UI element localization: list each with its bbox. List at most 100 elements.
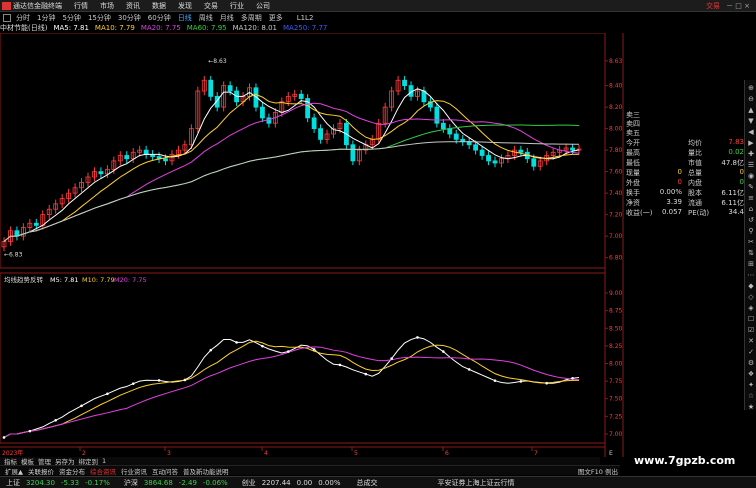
m5-dot [286, 350, 290, 353]
menu-discover[interactable]: 发现 [178, 1, 192, 11]
quote-label: 最低 [626, 159, 640, 167]
price-tick-label: 8.40 [609, 83, 623, 90]
extension-tab[interactable]: 关联报价 [28, 466, 54, 476]
toolbar-tool-icon[interactable]: ☰ [747, 161, 755, 169]
candle-body [266, 117, 272, 124]
candle-body [453, 133, 459, 140]
toolbar-tool-icon[interactable]: ◈ [747, 304, 755, 312]
stock-name[interactable]: 中材节能(日线) [0, 23, 47, 33]
quote-value: 6.11亿 [721, 199, 744, 207]
period-tab[interactable]: 分时 [14, 13, 32, 23]
period-tab-daily[interactable]: 日线 [176, 13, 194, 23]
period-checkbox-icon[interactable] [3, 13, 11, 22]
quote-label: 现量 [626, 169, 640, 177]
toolbar-tool-icon[interactable]: ⋯ [747, 271, 755, 279]
f10-link[interactable]: 图文F10 例出 [578, 466, 618, 476]
quote-label: 总量 [688, 169, 702, 177]
quote-row: 外盘 0 内盘 0 [626, 178, 744, 188]
extension-tab[interactable]: 综合资讯 [90, 466, 116, 476]
price-tick-label: 8.20 [609, 104, 623, 111]
extension-tab[interactable]: 互动问答 [152, 466, 178, 476]
m5-dot [131, 382, 135, 385]
toolbar-tool-icon[interactable]: ▼ [747, 117, 755, 125]
toolbar-tool-icon[interactable]: ⊕ [747, 84, 755, 92]
hs-index-change: -2.49 [178, 478, 197, 487]
toolbar-tool-icon[interactable]: ◀ [747, 128, 755, 136]
toolbar-tool-icon[interactable]: ✕ [747, 337, 755, 345]
menu-company[interactable]: 公司 [256, 1, 270, 11]
quote-panel: 卖三 卖四 卖五 今开 均价 7.83 最高 量比 0.02 最低 市值 47.8亿 现量 0 总量 0 外盘 0… [624, 110, 744, 222]
menu-industry[interactable]: 行业 [230, 1, 244, 11]
quote-value: 0.057 [661, 208, 682, 216]
quote-value: 3.39 [666, 198, 682, 206]
quote-label: 量比 [688, 149, 702, 157]
sub-tick-label: 8.50 [609, 325, 623, 332]
extension-tab[interactable]: 行业资讯 [121, 466, 147, 476]
toolbar-tool-icon[interactable]: ⊞ [747, 260, 755, 268]
sh-index-name[interactable]: 上证 [6, 478, 20, 488]
candle-body [260, 106, 265, 119]
window-controls[interactable]: － □ × [726, 1, 750, 11]
toolbar-tool-icon[interactable]: ★ [747, 403, 755, 411]
quote-row: 净资 3.39 流通 6.11亿 [626, 198, 744, 208]
menu-data[interactable]: 数据 [152, 1, 166, 11]
page-tab[interactable]: 1 [102, 457, 106, 465]
toolbar-tool-icon[interactable]: ⌂ [747, 205, 755, 213]
sub-legend-2: M20: 7.75 [114, 276, 147, 284]
m5-dot [106, 392, 109, 396]
menu-market[interactable]: 市场 [100, 1, 114, 11]
toolbar-tool-icon[interactable]: ⚲ [747, 227, 755, 235]
level-badge[interactable]: L1L2 [295, 14, 316, 22]
toolbar-tool-icon[interactable]: ✦ [747, 381, 755, 389]
toolbar-tool-icon[interactable]: ✎ [747, 183, 755, 191]
toolbar-tool-icon[interactable]: ◆ [747, 282, 755, 290]
menu-trade[interactable]: 交易 [204, 1, 218, 11]
quote-row: 最高 量比 0.02 [626, 148, 744, 158]
toolbar-tool-icon[interactable]: ⚙ [747, 359, 755, 367]
toolbar-tool-icon[interactable]: ✂ [747, 238, 755, 246]
toolbar-tool-icon[interactable]: ⊖ [747, 95, 755, 103]
period-tab[interactable]: 60分钟 [146, 13, 173, 23]
extension-tab[interactable]: 资金分布 [59, 466, 85, 476]
x-axis-label: 5 [354, 450, 358, 457]
period-tab[interactable]: 周线 [197, 13, 215, 23]
m20-line [3, 346, 580, 438]
m5-dot [261, 344, 264, 348]
toolbar-tool-icon[interactable]: ✓ [747, 348, 755, 356]
menu-market-quotes[interactable]: 行情 [74, 1, 88, 11]
extension-tab[interactable]: 普及新功能说明 [183, 466, 229, 476]
toolbar-tool-icon[interactable]: ❖ [747, 370, 755, 378]
toolbar-tool-icon[interactable]: ✚ [747, 150, 755, 158]
toolbar-tool-icon[interactable]: ◇ [747, 293, 755, 301]
candle-body [473, 144, 479, 151]
toolbar-tool-icon[interactable]: ↺ [747, 216, 755, 224]
cy-index-name[interactable]: 创业 [242, 478, 256, 488]
cy-index-percent: 0.00% [318, 478, 341, 487]
extension-tab[interactable]: 扩展▲ [5, 466, 23, 476]
period-tab[interactable]: 月线 [218, 13, 236, 23]
trade-button[interactable]: 交易 [706, 1, 720, 11]
period-tab-more[interactable]: 更多 [267, 13, 285, 23]
toolbar-tool-icon[interactable]: ☆ [747, 392, 755, 400]
hs-index-name[interactable]: 沪深 [124, 478, 138, 488]
period-tab[interactable]: 5分钟 [60, 13, 82, 23]
m5-dot [183, 378, 187, 382]
period-tab[interactable]: 1分钟 [35, 13, 57, 23]
toolbar-tool-icon[interactable]: ▶ [747, 139, 755, 147]
toolbar-tool-icon[interactable]: ☐ [747, 315, 755, 323]
toolbar-tool-icon[interactable]: ☑ [747, 326, 755, 334]
period-tab[interactable]: 多周期 [239, 13, 264, 23]
toolbar-tool-icon[interactable]: ⇅ [747, 249, 755, 257]
main-indicator-legend: 中材节能(日线) MA5: 7.81 MA10: 7.79 MA20: 7.75… [0, 23, 333, 33]
period-tab[interactable]: 30分钟 [116, 13, 143, 23]
sub-indicator-name[interactable]: 均线趋势反转 [4, 275, 44, 284]
menu-news[interactable]: 资讯 [126, 1, 140, 11]
toolbar-tool-icon[interactable]: ▲ [747, 106, 755, 114]
toolbar-tool-icon[interactable]: ◉ [747, 172, 755, 180]
quote-label: 今开 [626, 139, 640, 147]
period-tab[interactable]: 15分钟 [86, 13, 113, 23]
kline-chart[interactable]: 8.63 8.40 8.20 8.00 7.80 7.60 7.40 7.20 7.00 6.80… [0, 33, 624, 457]
toolbar-tool-icon[interactable]: ≡ [747, 194, 755, 202]
sub-tick-label: 8.00 [609, 361, 623, 368]
indicator-tabs: 指标 模板 管理 另存为 绑定到 1 [0, 457, 600, 466]
